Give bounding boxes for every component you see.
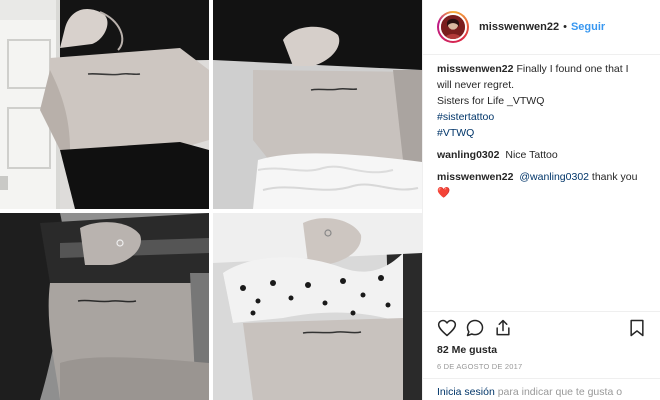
avatar[interactable] [437,11,469,43]
comment-text: thank you [591,171,638,183]
comment-username[interactable]: wanling0302 [437,149,499,161]
login-link[interactable]: Inicia sesión [437,386,495,398]
tattoo-photo-4 [213,213,422,400]
share-icon[interactable] [493,318,513,338]
comment-item: wanling0302 Nice Tattoo [437,147,646,163]
instagram-post-modal: misswenwen22 • Seguir misswenwen22 Finall… [0,0,660,400]
header-username[interactable]: misswenwen22 [479,21,559,33]
heart-emoji-icon: ❤️ [437,187,451,199]
tattoo-photo-2 [213,0,422,209]
photo-tile-2 [213,0,422,209]
post-photo-collage[interactable] [0,0,422,400]
photo-tile-3 [0,213,209,400]
comment-item: misswenwen22 @wanling0302 thank you ❤️ [437,169,646,201]
photo-tile-1 [0,0,209,209]
header-separator: • [563,21,567,33]
comment-icon[interactable] [465,318,485,338]
post-header: misswenwen22 • Seguir [423,0,660,55]
heart-icon[interactable] [437,318,457,338]
likes-count[interactable]: 82 Me gusta [423,344,660,356]
comments-list: misswenwen22 Finally I found one that I w… [423,55,660,313]
avatar-image [441,15,465,39]
tattoo-photo-1 [0,0,209,209]
login-prompt-text: para indicar que te gusta o [497,386,623,398]
caption-line2: Sisters for Life _VTWQ [437,95,545,107]
post-actions: 82 Me gusta 6 DE AGOSTO DE 2017 [423,311,660,371]
caption: misswenwen22 Finally I found one that I w… [437,61,646,141]
post-side-panel: misswenwen22 • Seguir misswenwen22 Finall… [422,0,660,400]
post-date[interactable]: 6 DE AGOSTO DE 2017 [423,362,660,371]
tattoo-photo-3 [0,213,209,400]
comment-mention[interactable]: @wanling0302 [519,171,589,183]
bookmark-icon[interactable] [627,318,647,338]
comment-text: Nice Tattoo [505,149,558,161]
action-icons [423,312,660,344]
login-prompt: Inicia sesión para indicar que te gusta … [423,378,660,398]
hashtag-vtwq[interactable]: #VTWQ [437,125,646,141]
follow-button[interactable]: Seguir [571,21,605,33]
hashtag-sistertattoo[interactable]: #sistertattoo [437,109,646,125]
caption-username[interactable]: misswenwen22 [437,63,513,75]
comment-username[interactable]: misswenwen22 [437,171,513,183]
photo-tile-4 [213,213,422,400]
